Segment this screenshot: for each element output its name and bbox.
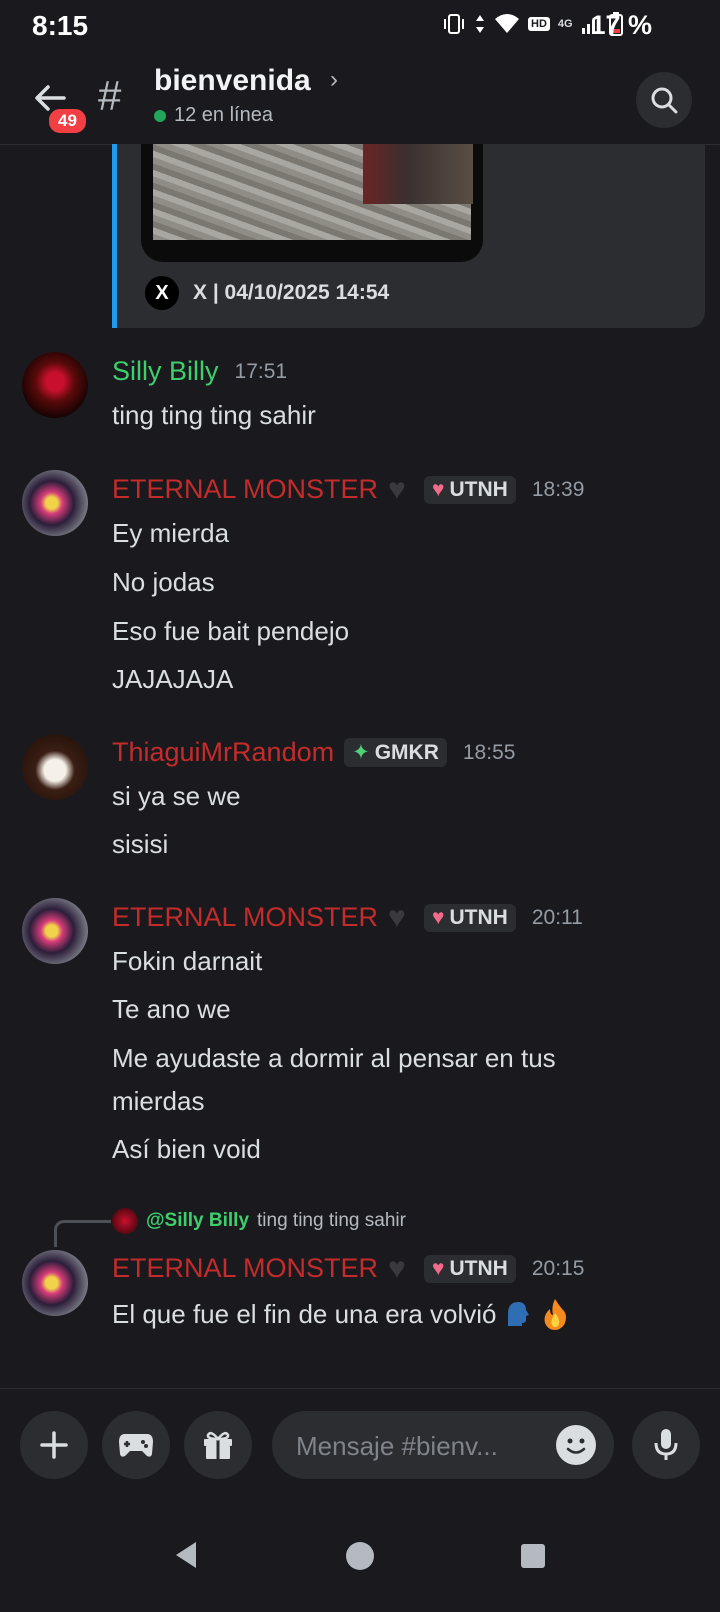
message-text: Eso fue bait pendejo: [112, 616, 350, 646]
clan-tag[interactable]: ♥ UTNH: [424, 1254, 516, 1283]
message-text: sisisi: [112, 829, 169, 859]
reply-mention[interactable]: @Silly Billy: [146, 1210, 249, 1232]
black-heart-icon: ♥: [388, 1251, 406, 1285]
nav-recents-button[interactable]: [521, 1544, 545, 1568]
message-text: No jodas: [112, 567, 215, 597]
channel-name[interactable]: bienvenida: [154, 64, 311, 98]
gift-button[interactable]: [184, 1411, 252, 1479]
username[interactable]: ETERNAL MONSTER: [112, 474, 378, 505]
message-text: Así bien void: [112, 1134, 261, 1164]
reply-connector: [54, 1220, 111, 1247]
link-embed[interactable]: X X | 04/10/2025 14:54: [112, 144, 705, 328]
heart-icon: ♥: [432, 1256, 445, 1280]
clan-tag[interactable]: ♥ UTNH: [424, 903, 516, 932]
reply-text: ting ting ting sahir: [257, 1210, 406, 1231]
wifi-icon: [495, 14, 519, 33]
avatar[interactable]: [22, 898, 88, 964]
reply-preview[interactable]: @Silly Billy ting ting ting sahir: [112, 1208, 406, 1234]
black-heart-icon: ♥: [388, 472, 406, 506]
status-time: 8:15: [32, 10, 89, 41]
username[interactable]: Silly Billy: [112, 356, 219, 387]
embed-footer-text: X | 04/10/2025 14:54: [193, 281, 390, 304]
clan-tag[interactable]: ✦ GMKR: [344, 738, 447, 767]
black-heart-icon: ♥: [388, 900, 406, 934]
triangle-back-icon: [176, 1542, 196, 1568]
timestamp: 20:11: [531, 905, 583, 929]
timestamp: 20:15: [531, 1256, 585, 1280]
search-icon: [651, 87, 678, 114]
gift-icon: [204, 1431, 232, 1459]
message-text: Fokin darnait: [112, 946, 263, 976]
embed-image[interactable]: [141, 144, 483, 262]
network-type: 4G: [557, 18, 573, 30]
username[interactable]: ETERNAL MONSTER: [112, 1253, 378, 1284]
smiley-icon: [566, 1438, 586, 1454]
microphone-icon: [654, 1429, 678, 1460]
unread-badge: 49: [46, 106, 89, 136]
voice-message-button[interactable]: [632, 1411, 700, 1479]
nav-back-button[interactable]: [174, 1540, 198, 1575]
timestamp: 18:55: [462, 740, 516, 764]
avatar[interactable]: [22, 734, 88, 800]
gamepad-icon: [119, 1434, 153, 1457]
chevron-right-icon[interactable]: ›: [330, 66, 338, 94]
message-text: Me ayudaste a dormir al pensar en tus: [112, 1043, 556, 1073]
data-arrows-icon: [476, 15, 484, 33]
status-bar: 8:15 HD 4G 17 %: [0, 0, 720, 50]
hd-badge: HD: [528, 17, 550, 31]
avatar[interactable]: [22, 352, 88, 418]
message-text: Te ano we: [112, 994, 231, 1024]
timestamp: 18:39: [531, 477, 585, 501]
message-text: JAJAJAJA: [112, 664, 234, 694]
timestamp: 17:51: [234, 359, 288, 383]
diamond-icon: ✦: [352, 741, 370, 764]
message-input[interactable]: Mensaje #bienv...: [272, 1411, 614, 1479]
username[interactable]: ThiaguiMrRandom: [112, 737, 334, 768]
online-count: 12 en línea: [174, 104, 273, 126]
message-text: mierdas: [112, 1086, 205, 1116]
username[interactable]: ETERNAL MONSTER: [112, 902, 378, 933]
emoji-button[interactable]: [556, 1425, 596, 1465]
message-text: si ya se we: [112, 781, 241, 811]
message-text: Ey mierda: [112, 518, 230, 548]
hash-icon: #: [98, 72, 122, 119]
heart-icon: ♥: [432, 477, 445, 501]
avatar[interactable]: [22, 1250, 88, 1316]
message-input-placeholder: Mensaje #bienv...: [296, 1431, 498, 1461]
embed-footer: X X | 04/10/2025 14:54: [145, 276, 389, 310]
x-logo-icon: X: [145, 276, 179, 310]
message-text-row: El que fue el fin de una era volvió: [112, 1297, 570, 1331]
nav-home-button[interactable]: [346, 1542, 374, 1570]
search-button[interactable]: [636, 72, 692, 128]
heart-icon: ♥: [432, 905, 445, 929]
message-text: ting ting ting sahir: [112, 400, 316, 430]
reply-avatar: [112, 1208, 138, 1234]
add-attachment-button[interactable]: [20, 1411, 88, 1479]
activities-button[interactable]: [102, 1411, 170, 1479]
message-text: El que fue el fin de una era volvió: [112, 1298, 497, 1329]
online-status: 12 en línea: [154, 104, 273, 127]
speaking-head-emoji-icon: [508, 1302, 530, 1326]
system-nav-bar: [0, 1498, 720, 1612]
plus-icon: [40, 1431, 68, 1459]
avatar[interactable]: [22, 470, 88, 536]
message-composer: Mensaje #bienv...: [0, 1388, 720, 1499]
battery-percent: 17 %: [590, 10, 652, 40]
channel-header: 49 # bienvenida › 12 en línea: [0, 52, 720, 145]
online-dot-icon: [154, 109, 166, 122]
vibrate-icon: [444, 14, 464, 34]
clan-tag[interactable]: ♥ UTNH: [424, 475, 516, 504]
fire-emoji-icon: [545, 1299, 567, 1330]
